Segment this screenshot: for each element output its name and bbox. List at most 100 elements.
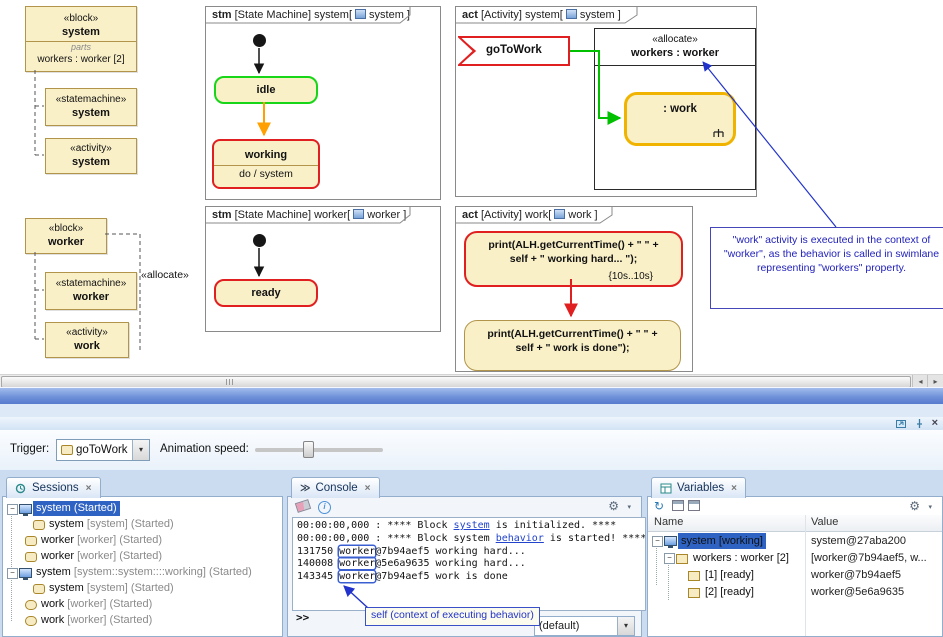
refresh-icon[interactable]: ↻ bbox=[654, 499, 664, 513]
horizontal-scrollbar[interactable]: ◂ ▸ bbox=[0, 374, 943, 388]
state-ready[interactable]: ready bbox=[214, 279, 318, 307]
frame-title: stm [State Machine] worker[worker ] bbox=[207, 208, 406, 225]
tree-expander-icon[interactable]: − bbox=[7, 568, 18, 579]
console-options-dropdown-icon[interactable]: ▾ bbox=[627, 503, 631, 511]
close-tab-icon[interactable]: × bbox=[365, 483, 371, 494]
variable-value: system@27aba200 bbox=[811, 533, 906, 549]
variables-options-dropdown-icon[interactable]: ▾ bbox=[928, 503, 932, 511]
console-output[interactable]: 00:00:00,000 : **** Block system is init… bbox=[292, 517, 646, 611]
pin-pane-icon[interactable] bbox=[914, 418, 925, 429]
clear-console-icon[interactable] bbox=[295, 499, 311, 513]
trigger-label: Trigger: bbox=[10, 443, 49, 455]
initial-node[interactable] bbox=[253, 234, 266, 247]
rake-icon bbox=[712, 128, 725, 139]
trigger-value: goToWork bbox=[76, 444, 132, 456]
import-icon[interactable] bbox=[688, 500, 700, 511]
variables-table-header: Name Value bbox=[648, 515, 942, 532]
variables-icon bbox=[660, 483, 672, 494]
state-working[interactable]: working do / system bbox=[212, 139, 320, 189]
initial-node[interactable] bbox=[253, 34, 266, 47]
tree-expander-icon[interactable]: − bbox=[664, 553, 675, 564]
console-pane[interactable]: i ⚙ ▾ 00:00:00,000 : **** Block system i… bbox=[287, 496, 642, 637]
print-work-done-action[interactable]: print(ALH.getCurrentTime() + " " + self … bbox=[464, 320, 681, 371]
signal-name: goToWork bbox=[486, 44, 542, 56]
export-icon[interactable] bbox=[672, 500, 684, 511]
gear-icon[interactable]: ⚙ bbox=[608, 499, 619, 513]
state-name: idle bbox=[257, 84, 276, 96]
console-highlight[interactable]: worker bbox=[339, 546, 375, 557]
gear-icon[interactable]: ⚙ bbox=[909, 499, 920, 513]
console-line: 131750 worker@7b94aef5 working hard... bbox=[297, 546, 641, 559]
column-name[interactable]: Name bbox=[654, 516, 683, 528]
diagram-icon bbox=[566, 9, 577, 19]
trigger-dropdown-button[interactable]: ▾ bbox=[132, 440, 149, 460]
session-row[interactable]: system [system] (Started) bbox=[3, 581, 282, 597]
statemachine-worker-el[interactable]: «statemachine» worker bbox=[45, 272, 137, 310]
variables-pane[interactable]: ↻ ⚙ ▾ Name Value − system [working] syst… bbox=[647, 496, 943, 637]
variable-row[interactable]: − workers : worker [2] [worker@7b94aef5,… bbox=[648, 550, 942, 567]
activity-work-el[interactable]: «activity» work bbox=[45, 322, 129, 358]
parts-compartment-label: parts bbox=[26, 43, 136, 53]
session-row[interactable]: work [worker] (Started) bbox=[3, 613, 282, 629]
session-row[interactable]: − system [system::system::::working] (St… bbox=[3, 565, 282, 581]
variable-row[interactable]: [2] [ready] worker@5e6a9635 bbox=[648, 584, 942, 601]
tab-label: Console bbox=[315, 482, 357, 494]
column-value[interactable]: Value bbox=[811, 516, 838, 528]
diagram-icon bbox=[353, 209, 364, 219]
block-system[interactable]: «block» system parts workers : worker [2… bbox=[25, 6, 137, 72]
stereotype-label: «activity» bbox=[46, 142, 136, 155]
console-link[interactable]: behavior bbox=[496, 533, 544, 544]
simulation-toolbar: Trigger: goToWork ▾ Animation speed: bbox=[0, 430, 943, 471]
console-link[interactable]: system bbox=[454, 520, 490, 531]
console-context-combobox[interactable]: (default) ▾ bbox=[534, 616, 635, 636]
diagram-canvas[interactable]: «block» system parts workers : worker [2… bbox=[0, 0, 943, 374]
block-name: system bbox=[26, 25, 136, 39]
restore-pane-icon[interactable] bbox=[895, 418, 907, 429]
tree-expander-icon[interactable]: − bbox=[652, 536, 663, 547]
comment-note[interactable]: "work" activity is executed in the conte… bbox=[710, 227, 943, 309]
statemachine-system-el[interactable]: «statemachine» system bbox=[45, 88, 137, 126]
duration-constraint: {10s..10s} bbox=[609, 270, 653, 284]
close-pane-icon[interactable]: × bbox=[932, 418, 938, 429]
trigger-combobox[interactable]: goToWork ▾ bbox=[56, 439, 150, 461]
info-icon[interactable]: i bbox=[318, 501, 331, 514]
statemachine-icon bbox=[61, 445, 73, 455]
animation-speed-slider-thumb[interactable] bbox=[303, 441, 314, 458]
close-tab-icon[interactable]: × bbox=[731, 483, 737, 494]
tab-console[interactable]: ≫ Console × bbox=[291, 477, 380, 498]
session-row[interactable]: system [system] (Started) bbox=[3, 517, 282, 533]
block-name: worker bbox=[26, 235, 106, 249]
frame-title: act [Activity] work[work ] bbox=[457, 208, 598, 225]
combobox-dropdown-button[interactable]: ▾ bbox=[617, 617, 634, 635]
tab-sessions[interactable]: Sessions × bbox=[6, 477, 101, 498]
console-prompt[interactable]: >> bbox=[296, 611, 309, 624]
tab-variables[interactable]: Variables × bbox=[651, 477, 746, 498]
window-splitter-bar[interactable] bbox=[0, 387, 943, 405]
print-working-hard-action[interactable]: print(ALH.getCurrentTime() + " " + self … bbox=[464, 231, 683, 287]
state-idle[interactable]: idle bbox=[214, 76, 318, 104]
variable-row[interactable]: [1] [ready] worker@7b94aef5 bbox=[648, 567, 942, 584]
activity-icon bbox=[25, 600, 37, 610]
session-row[interactable]: worker [worker] (Started) bbox=[3, 533, 282, 549]
block-worker[interactable]: «block» worker bbox=[25, 218, 107, 254]
console-highlight[interactable]: worker bbox=[339, 571, 375, 582]
variable-row[interactable]: − system [working] system@27aba200 bbox=[648, 533, 942, 550]
session-icon bbox=[19, 568, 32, 578]
sessions-pane[interactable]: − system (Started) system [system] (Star… bbox=[2, 496, 283, 637]
session-icon bbox=[19, 504, 32, 514]
parts-value: workers : worker [2] bbox=[26, 53, 136, 66]
action-name: : work bbox=[627, 103, 733, 115]
session-row[interactable]: − system (Started) bbox=[3, 501, 282, 517]
close-tab-icon[interactable]: × bbox=[86, 483, 92, 494]
activity-system-el[interactable]: «activity» system bbox=[45, 138, 137, 174]
combobox-value: (default) bbox=[535, 620, 617, 632]
call-behavior-action-work[interactable]: : work bbox=[624, 92, 736, 146]
animation-speed-slider-track[interactable] bbox=[255, 448, 383, 452]
session-row[interactable]: work [worker] (Started) bbox=[3, 597, 282, 613]
stm-worker-frame[interactable]: stm [State Machine] worker[worker ] bbox=[205, 206, 441, 332]
console-highlight[interactable]: worker bbox=[339, 558, 375, 569]
tree-expander-icon[interactable]: − bbox=[7, 504, 18, 515]
session-row[interactable]: worker [worker] (Started) bbox=[3, 549, 282, 565]
element-name: work bbox=[46, 339, 128, 353]
variable-value: worker@5e6a9635 bbox=[811, 584, 904, 600]
